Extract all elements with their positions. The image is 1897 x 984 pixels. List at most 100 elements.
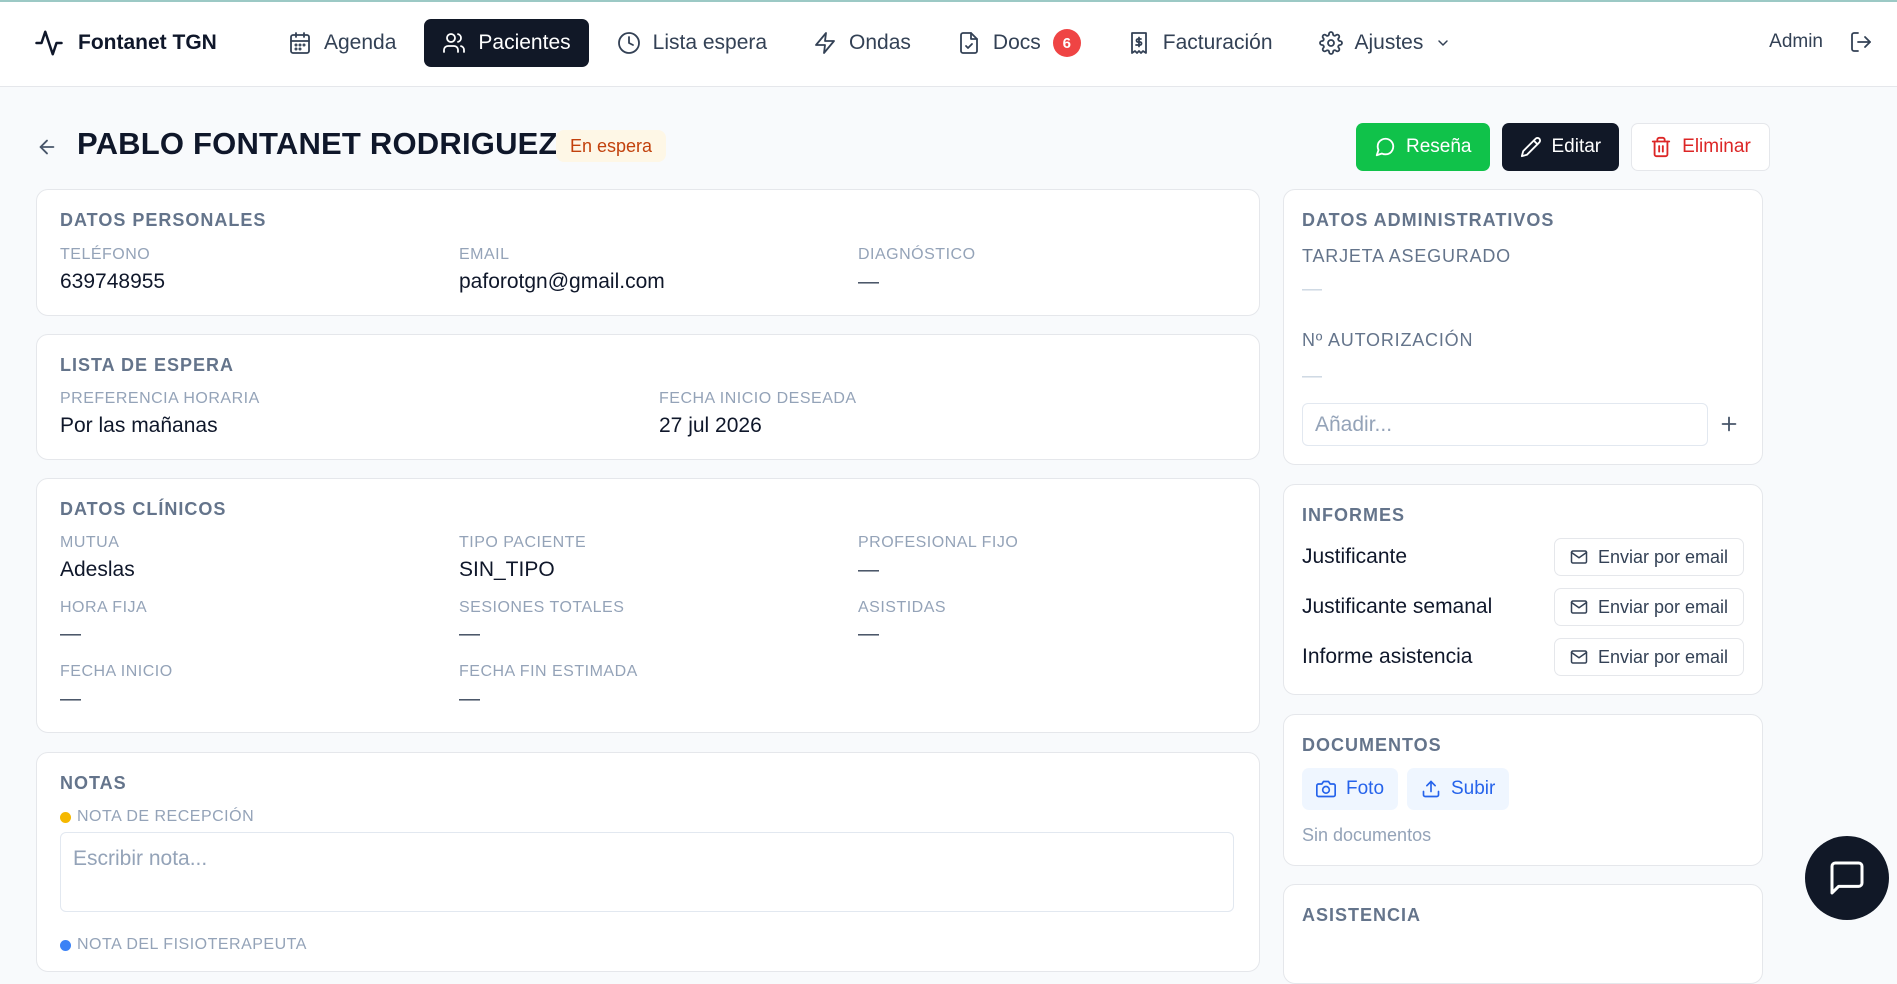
fixed-hour-label: HORA FIJA [60,599,148,616]
logout-icon[interactable] [1849,30,1873,54]
reception-note-placeholder: Escribir nota... [73,847,208,870]
nav-ajustes-label: Ajustes [1354,31,1424,54]
main-nav: Agenda Pacientes Lista espera Ondas Docs… [270,19,1469,67]
send-email-label: Enviar por email [1597,596,1728,617]
chevron-down-icon [1438,40,1449,46]
nav-agenda-label: Agenda [324,31,397,54]
nav-facturacion-label: Facturación [1162,31,1273,54]
clock-icon [617,32,640,54]
desired-start-label: FECHA INICIO DESEADA [659,390,857,407]
physio-note-label: NOTA DEL FISIOTERAPEUTA [77,936,307,953]
fixed-hour-value: — [60,622,81,645]
zap-icon [815,32,835,54]
docs-count-badge: 6 [1052,29,1081,57]
estimated-end-label: FECHA FIN ESTIMADA [459,663,638,680]
user-name[interactable]: Admin [1769,31,1823,53]
phone-value: 639748955 [60,270,166,293]
mutua-label: MUTUA [60,534,120,551]
calendar-icon [290,32,310,54]
nav-ondas-label: Ondas [849,31,911,54]
diagnosis-value: — [858,270,879,293]
chat-icon [1830,861,1864,895]
reception-note-input[interactable]: Escribir nota... [60,832,1234,912]
waitlist-title: LISTA DE ESPERA [60,355,235,375]
personal-data-card [36,189,1260,316]
receipt-icon [1130,32,1147,54]
estimated-end-value: — [459,687,480,710]
report-row: Justificante semanal Enviar por email [1302,587,1744,627]
nav-docs[interactable]: Docs 6 [939,19,1099,67]
nav-agenda[interactable]: Agenda [270,19,414,67]
users-icon [443,33,466,53]
start-date-value: — [60,687,81,710]
gear-icon [1318,31,1343,55]
time-preference-label: PREFERENCIA HORARIA [60,390,260,407]
mail-icon [1570,600,1588,614]
total-sessions-label: SESIONES TOTALES [459,599,625,616]
nav-pacientes-label: Pacientes [478,31,571,54]
edit-button[interactable]: Editar [1501,123,1620,171]
clinical-data-title: DATOS CLÍNICOS [60,499,227,519]
chat-button[interactable] [1805,836,1889,920]
phone-label: TELÉFONO [60,246,151,263]
activity-icon [35,30,63,56]
photo-button[interactable]: Foto [1302,768,1399,810]
add-authorization-input[interactable]: Añadir... [1302,403,1708,446]
send-email-button[interactable]: Enviar por email [1553,588,1744,626]
attendance-card [1283,884,1763,984]
brand[interactable]: Fontanet TGN [34,28,217,58]
reports-title: INFORMES [1302,505,1406,525]
physio-note-dot [60,940,71,951]
report-name: Informe asistencia [1302,645,1473,668]
notes-title: NOTAS [60,773,127,793]
camera-icon [1316,780,1336,798]
send-email-button[interactable]: Enviar por email [1553,638,1744,676]
nav-pacientes[interactable]: Pacientes [424,19,589,67]
send-email-button[interactable]: Enviar por email [1553,538,1744,576]
pencil-icon [1520,137,1541,158]
personal-data-title: DATOS PERSONALES [60,210,267,230]
mutua-value: Adeslas [60,558,135,581]
no-documents-text: Sin documentos [1302,825,1432,845]
authorization-value: — [1302,365,1322,387]
upload-button[interactable]: Subir [1407,768,1510,810]
header-actions: Reseña Editar Eliminar [1356,123,1770,171]
upload-icon [1422,780,1440,798]
attended-value: — [858,622,879,645]
nav-lista-espera[interactable]: Lista espera [599,19,785,67]
admin-data-title: DATOS ADMINISTRATIVOS [1302,210,1555,230]
nav-lista-espera-label: Lista espera [652,31,768,54]
send-email-label: Enviar por email [1597,646,1728,667]
trash-icon [1651,136,1671,158]
plus-icon[interactable] [1718,413,1740,435]
patient-type-value: SIN_TIPO [459,558,555,581]
file-check-icon [960,32,978,54]
desired-start-value: 27 jul 2026 [659,414,762,437]
delete-button[interactable]: Eliminar [1631,123,1770,171]
nav-docs-label: Docs [992,31,1041,54]
back-button[interactable] [36,136,58,158]
time-preference-value: Por las mañanas [60,414,218,437]
review-button[interactable]: Reseña [1356,123,1490,171]
delete-button-label: Eliminar [1682,136,1751,157]
nav-ajustes[interactable]: Ajustes [1301,19,1470,67]
fixed-professional-value: — [858,558,879,581]
diagnosis-label: DIAGNÓSTICO [858,246,976,263]
nav-facturacion[interactable]: Facturación [1109,19,1291,67]
mail-icon [1570,550,1588,564]
photo-button-label: Foto [1346,778,1385,799]
status-badge: En espera [556,130,667,162]
arrow-left-icon [39,139,55,155]
start-date-label: FECHA INICIO [60,663,173,680]
nav-ondas[interactable]: Ondas [795,19,929,67]
documents-title: DOCUMENTOS [1302,735,1442,755]
reception-note-dot [60,812,71,823]
app-name: Fontanet TGN [78,31,217,54]
fixed-professional-label: PROFESIONAL FIJO [858,534,1019,551]
upload-button-label: Subir [1451,778,1496,799]
report-row: Justificante Enviar por email [1302,537,1744,577]
patient-name: PABLO FONTANET RODRIGUEZ [77,126,558,161]
attendance-title: ASISTENCIA [1302,905,1422,925]
add-authorization-placeholder: Añadir... [1315,412,1393,436]
report-row: Informe asistencia Enviar por email [1302,637,1744,677]
